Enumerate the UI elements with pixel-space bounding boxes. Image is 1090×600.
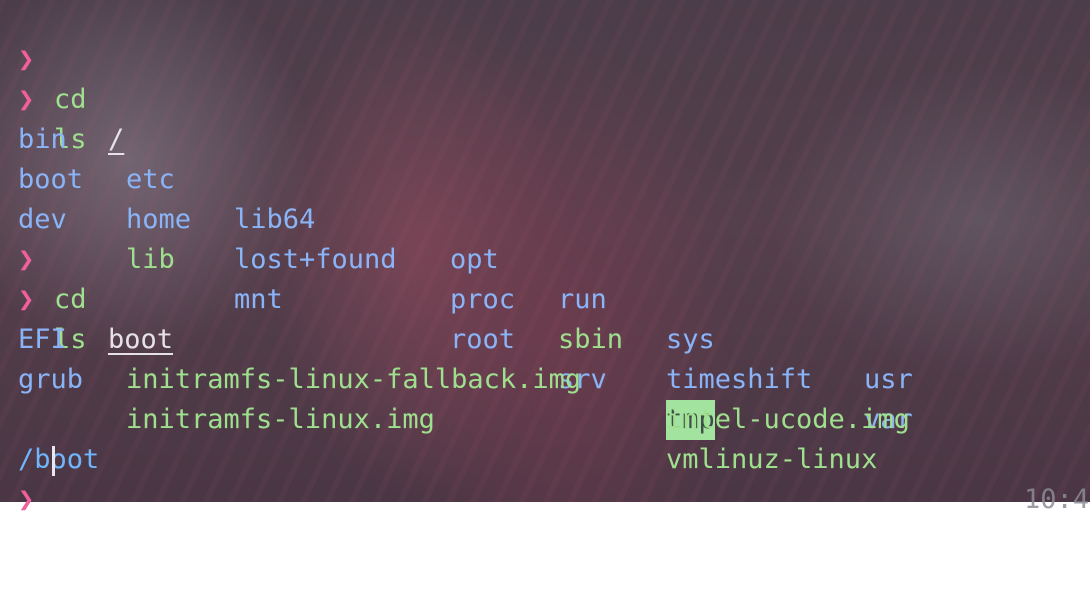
directory-entry: proc xyxy=(450,284,516,315)
file-entry: intel-ucode.img xyxy=(666,404,910,435)
ls-output-row: dev lib mnt root srv tmp xyxy=(0,160,715,440)
directory-entry: timeshift xyxy=(666,364,813,395)
file-entry: initramfs-linux-fallback.img xyxy=(126,364,582,395)
directory-entry: usr xyxy=(864,364,913,395)
file-entry: vmlinuz-linux xyxy=(666,444,878,475)
terminal-window[interactable]: ❯ cd / ❯ ls bin etc lib64 opt run sys us… xyxy=(0,0,1090,515)
command-line: ❯ ls xyxy=(0,240,87,355)
directory-entry: sbin xyxy=(558,324,624,355)
directory-entry: lib64 xyxy=(234,204,316,235)
directory-entry: lib xyxy=(126,244,175,275)
directory-entry: etc xyxy=(126,164,175,195)
directory-entry: sys xyxy=(666,324,715,355)
prompt-symbol: ❯ xyxy=(18,484,35,515)
text-cursor xyxy=(52,446,55,476)
directory-entry: grub xyxy=(18,364,84,395)
directory-entry: home xyxy=(126,204,192,235)
command-argument: boot xyxy=(108,324,174,355)
active-prompt-line[interactable]: ❯ xyxy=(0,440,65,515)
directory-entry: mnt xyxy=(234,284,283,315)
directory-entry: lost+found xyxy=(234,244,397,275)
ls-output-row: boot home lost+found proc sbin timeshift… xyxy=(0,120,913,435)
directory-entry: run xyxy=(558,284,607,315)
directory-entry: root xyxy=(450,324,516,355)
command-argument: / xyxy=(108,124,125,155)
status-line: /boot 10:4 xyxy=(0,400,1089,515)
ls-output-row: grub initramfs-linux.img vmlinuz-linux xyxy=(0,320,877,475)
command-line: ❯ cd boot xyxy=(0,200,173,355)
clock-readout: 10:4 xyxy=(1024,484,1090,515)
ls-output-row: EFI initramfs-linux-fallback.img intel-u… xyxy=(0,280,910,435)
file-entry: initramfs-linux.img xyxy=(126,404,435,435)
ls-output-row: bin etc lib64 opt run sys usr xyxy=(0,80,913,395)
command-line: ❯ cd / xyxy=(0,0,124,155)
directory-entry: opt xyxy=(450,244,499,275)
command-line: ❯ ls xyxy=(0,40,87,155)
